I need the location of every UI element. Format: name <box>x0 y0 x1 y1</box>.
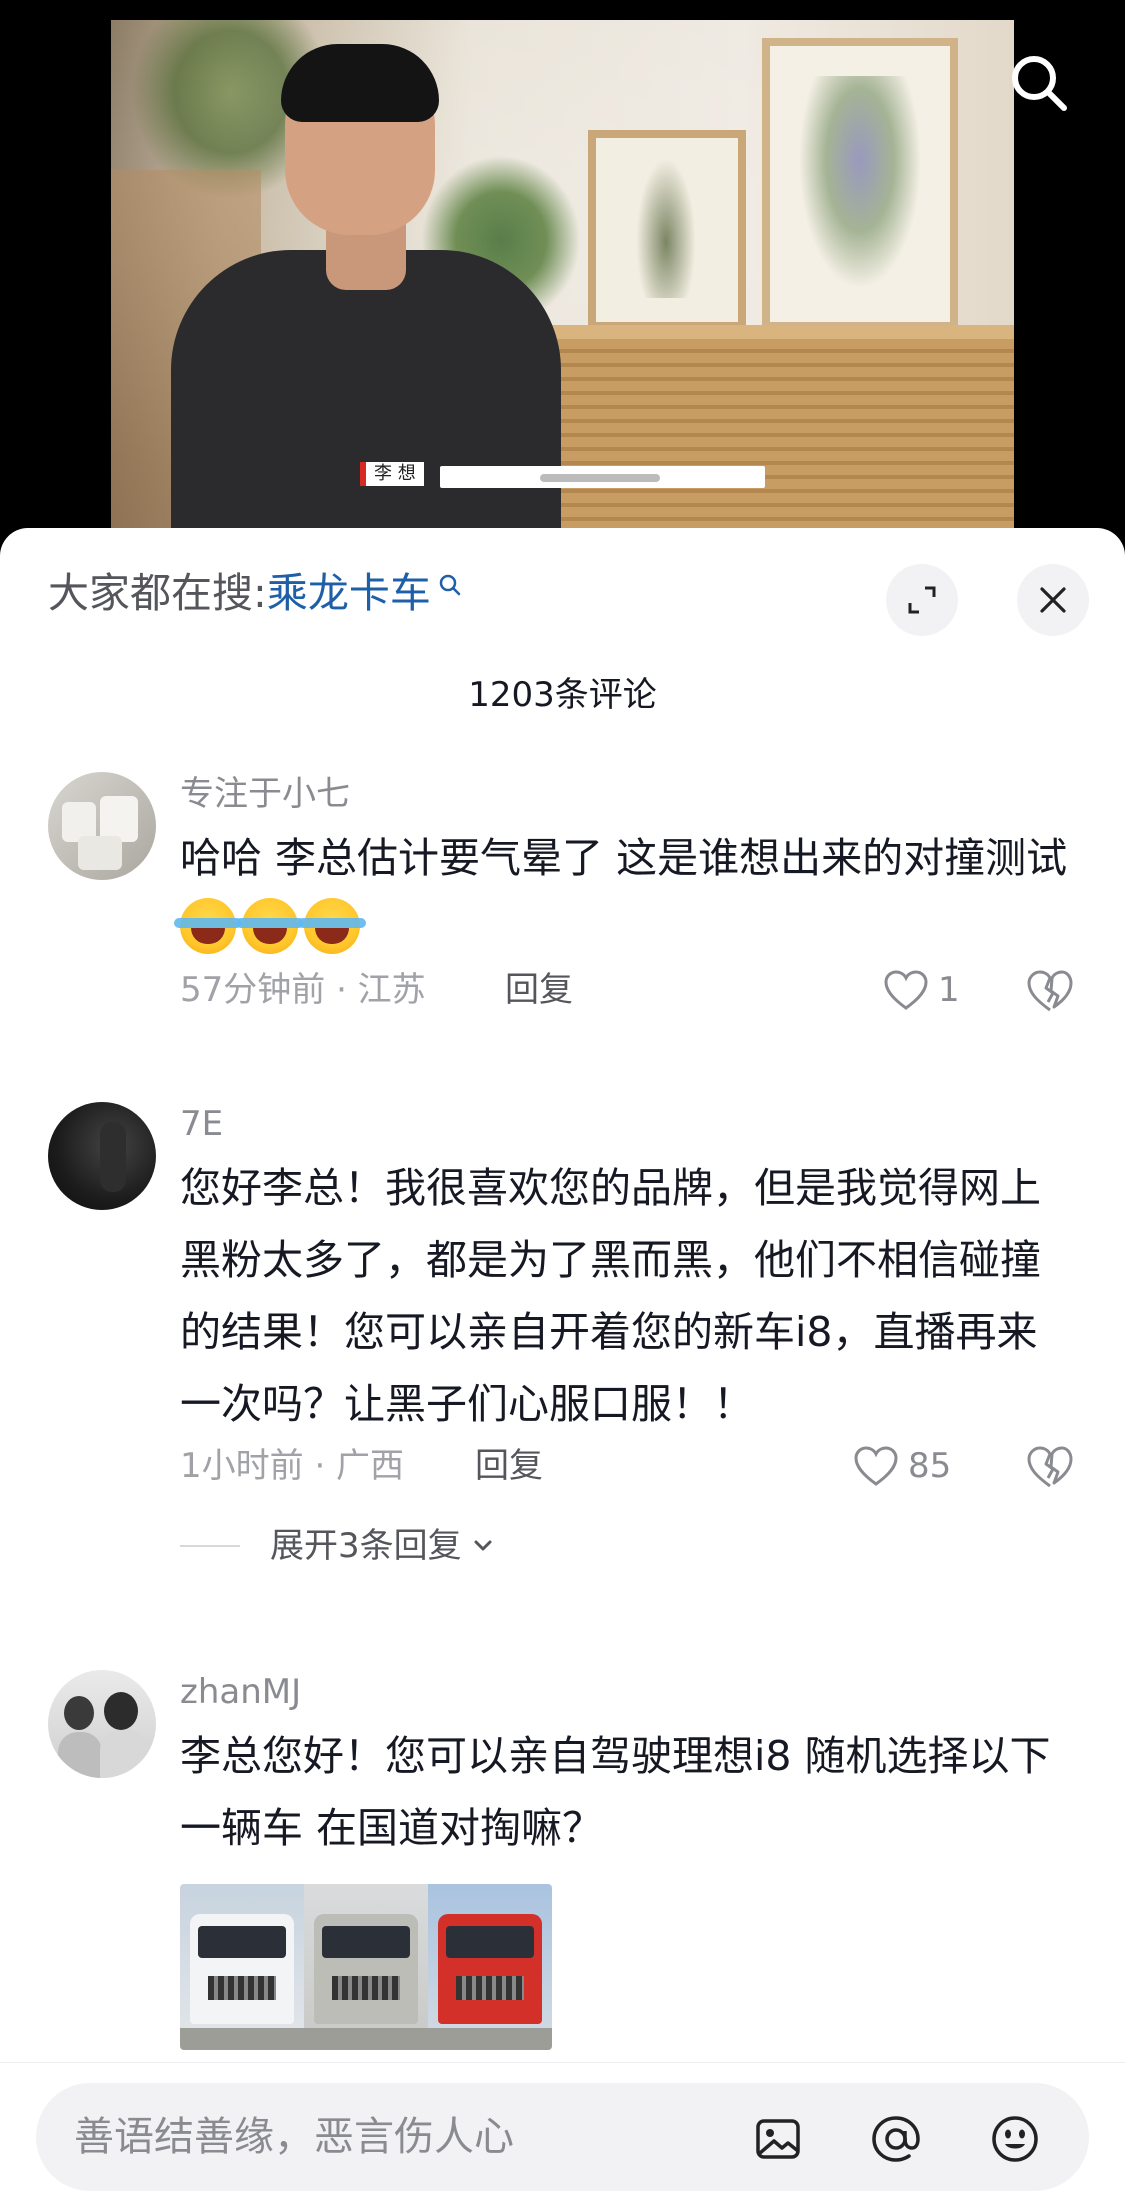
hot-search[interactable]: 大家都在搜:乘龙卡车 <box>48 568 463 618</box>
video-picture-frame-small <box>588 130 746 330</box>
comment-username[interactable]: 专注于小七 <box>180 772 350 816</box>
comment-input-placeholder: 善语结善缘，恶言伤人心 <box>74 2114 514 2160</box>
avatar[interactable] <box>48 1102 156 1210</box>
video-cabinet <box>511 325 1014 540</box>
at-icon[interactable] <box>868 2111 924 2167</box>
avatar[interactable] <box>48 1670 156 1778</box>
hot-search-term[interactable]: 乘龙卡车 <box>267 569 431 617</box>
comment-username[interactable]: zhanMJ <box>180 1670 301 1714</box>
reply-button[interactable]: 回复 <box>475 1444 543 1488</box>
broken-heart-icon[interactable] <box>1024 1442 1076 1494</box>
comment-text: 您好李总！我很喜欢您的品牌，但是我觉得网上黑粉太多了，都是为了黑而黑，他们不相信… <box>180 1164 1041 1428</box>
emoji-icon[interactable] <box>987 2111 1043 2167</box>
close-icon <box>1040 587 1066 613</box>
comment-image-white-truck[interactable] <box>180 1884 304 2050</box>
expand-icon <box>908 586 936 614</box>
heart-icon <box>854 1446 898 1486</box>
close-button[interactable] <box>1017 564 1089 636</box>
comment-text: 哈哈 李总估计要气晕了 这是谁想出来的对撞测试 <box>180 834 1068 882</box>
video-caption-bar <box>440 466 765 488</box>
video-player[interactable]: 李 想 <box>0 0 1125 560</box>
comment-meta: 1小时前 · 广西 <box>180 1446 405 1486</box>
comment-image-strip[interactable] <box>180 1884 552 2050</box>
comment-username[interactable]: 7E <box>180 1102 223 1146</box>
comment-count: 1203条评论 <box>468 675 657 715</box>
expand-button[interactable] <box>886 564 958 636</box>
expand-replies-label: 展开3条回复 <box>270 1526 462 1566</box>
reply-button[interactable]: 回复 <box>505 968 573 1012</box>
avatar[interactable] <box>48 772 156 880</box>
comment-text: 李总您好！您可以亲自驾驶理想i8 随机选择以下一辆车 在国道对掏嘛？ <box>180 1732 1051 1852</box>
laughing-crying-emoji-icon <box>236 898 304 954</box>
video-frame[interactable] <box>111 20 1014 540</box>
search-icon[interactable] <box>1006 50 1072 116</box>
video-person-body <box>171 250 561 540</box>
hot-search-prefix: 大家都在搜: <box>48 569 267 617</box>
comment-content: 哈哈 李总估计要气晕了 这是谁想出来的对撞测试 <box>174 822 1070 966</box>
comment-meta: 57分钟前 · 江苏 <box>180 970 426 1010</box>
broken-heart-icon[interactable] <box>1024 966 1076 1018</box>
like-button[interactable]: 1 <box>882 964 960 1016</box>
comment-image-red-truck[interactable] <box>428 1884 552 2050</box>
laughing-crying-emoji-icon <box>298 898 366 954</box>
expand-divider <box>180 1545 240 1547</box>
laughing-crying-emoji-icon <box>174 898 242 954</box>
comment-input-bar: 善语结善缘，恶言伤人心 <box>0 2062 1125 2204</box>
video-caption-name: 李 想 <box>360 462 424 486</box>
video-picture-frame-large <box>762 38 958 330</box>
hot-search-icon <box>439 574 461 596</box>
comment-sheet: 大家都在搜:乘龙卡车 1203条评论 专注于小七 哈哈 李总估计要气晕了 这是谁… <box>0 528 1125 2204</box>
expand-replies-button[interactable]: 展开3条回复 <box>180 1524 498 1568</box>
like-count: 85 <box>908 1446 952 1486</box>
like-button[interactable]: 85 <box>852 1440 951 1492</box>
like-count: 1 <box>938 970 960 1010</box>
image-icon[interactable] <box>750 2111 806 2167</box>
comment-image-silver-truck[interactable] <box>304 1884 428 2050</box>
sheet-header: 大家都在搜:乘龙卡车 <box>0 528 1125 638</box>
comment-input[interactable]: 善语结善缘，恶言伤人心 <box>36 2083 1089 2191</box>
chevron-down-icon <box>474 1540 492 1551</box>
video-person-hair <box>281 44 439 122</box>
heart-icon <box>884 970 928 1010</box>
